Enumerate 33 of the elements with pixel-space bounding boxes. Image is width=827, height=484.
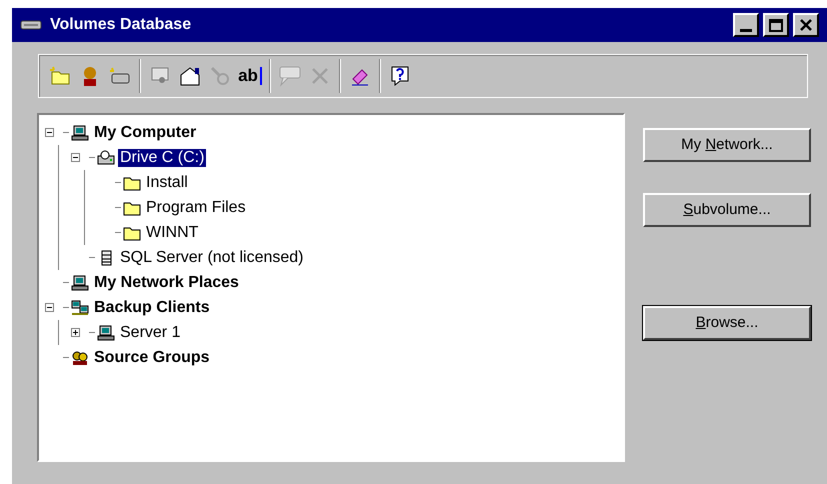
rename-button[interactable]: ab	[235, 62, 265, 90]
tree-item[interactable]: Server 1	[118, 324, 182, 342]
dialog-button[interactable]: Subvolume...	[643, 193, 811, 227]
tree-item[interactable]: Drive C (C:)	[118, 148, 206, 166]
computers-icon	[71, 300, 89, 316]
window-title: Volumes Database	[50, 15, 192, 35]
tree-item[interactable]: My Network Places	[92, 274, 241, 292]
folder-icon	[123, 224, 141, 240]
tree-item[interactable]: My Computer	[92, 124, 198, 142]
tree-item[interactable]: Source Groups	[92, 348, 212, 366]
expand-toggle[interactable]	[71, 328, 80, 337]
close-button[interactable]	[793, 13, 819, 37]
close-icon	[799, 18, 813, 32]
computer-icon	[71, 274, 89, 290]
tree-item[interactable]: Program Files	[144, 198, 248, 216]
folder-icon	[123, 200, 141, 216]
maximize-button[interactable]	[763, 13, 789, 37]
dialog-button[interactable]: Browse...	[643, 306, 811, 340]
folder-icon	[123, 174, 141, 190]
drive-icon	[97, 150, 115, 166]
computer-icon	[71, 124, 89, 140]
drive-icon	[20, 19, 42, 31]
collapse-toggle[interactable]	[45, 128, 54, 137]
dialog-button[interactable]: My Network...	[643, 128, 811, 162]
computer-icon	[97, 324, 115, 340]
collapse-toggle[interactable]	[45, 303, 54, 312]
tree-item[interactable]: Backup Clients	[92, 298, 212, 316]
tree-item[interactable]: Install	[144, 174, 190, 192]
people-icon	[71, 350, 89, 366]
tree-item[interactable]: SQL Server (not licensed)	[118, 248, 306, 266]
tree-item[interactable]: WINNT	[144, 224, 200, 242]
minimize-button[interactable]	[733, 13, 759, 37]
collapse-toggle[interactable]	[71, 153, 80, 162]
